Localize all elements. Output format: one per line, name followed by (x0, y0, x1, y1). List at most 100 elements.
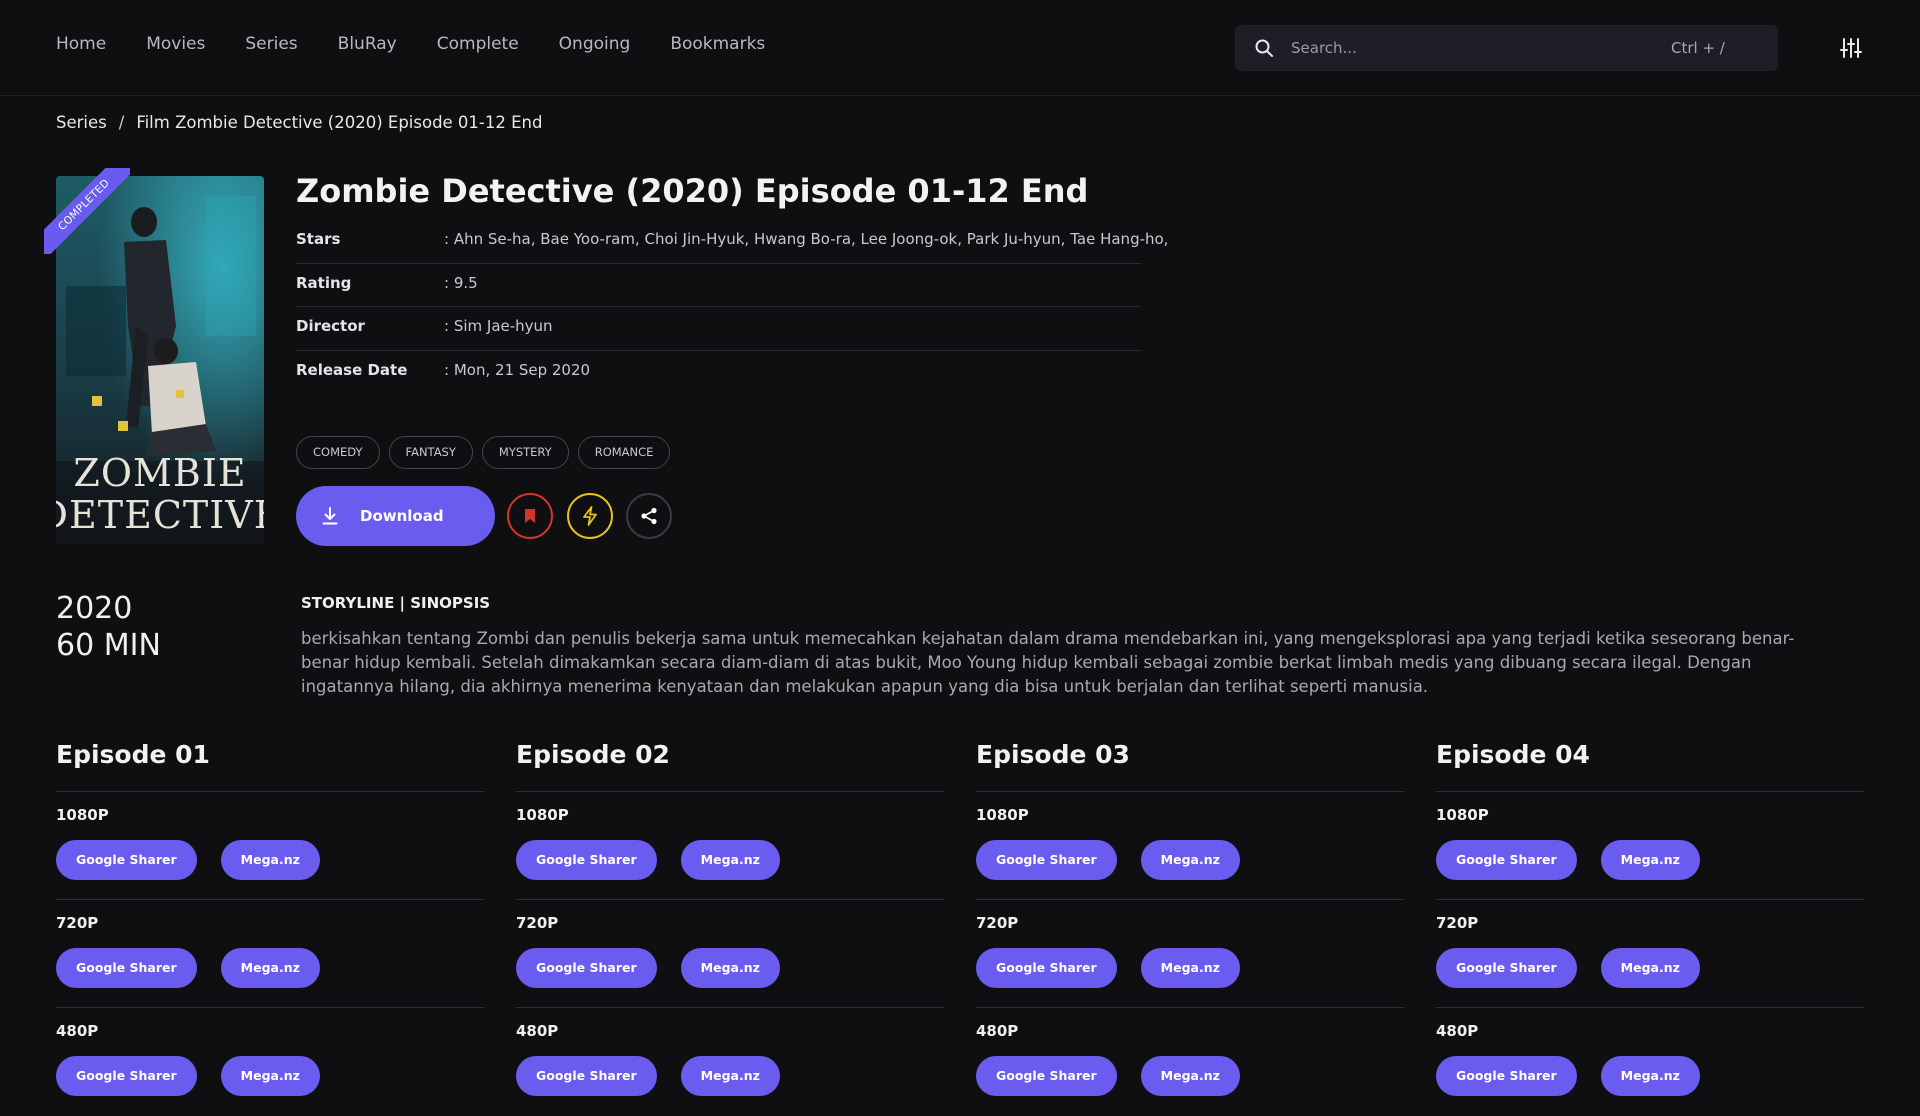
info-value: : Sim Jae-hyun (444, 317, 553, 335)
mega-nz-button[interactable]: Mega.nz (220, 948, 320, 988)
search-icon (1255, 39, 1273, 57)
google-sharer-button[interactable]: Google Sharer (1436, 840, 1577, 880)
quality-group: 480P Google Sharer Mega.nz (56, 1008, 484, 1116)
google-sharer-button[interactable]: Google Sharer (56, 948, 197, 988)
mega-nz-button[interactable]: Mega.nz (1140, 840, 1240, 880)
mega-nz-button[interactable]: Mega.nz (1600, 840, 1700, 880)
share-icon (641, 507, 657, 525)
sliders-icon[interactable] (1840, 37, 1862, 59)
genre-tags: COMEDY FANTASY MYSTERY ROMANCE (296, 436, 671, 469)
genre-tag-mystery[interactable]: MYSTERY (481, 436, 569, 469)
download-button[interactable]: Download (296, 486, 495, 546)
google-sharer-button[interactable]: Google Sharer (56, 840, 197, 880)
mega-nz-button[interactable]: Mega.nz (680, 1056, 780, 1096)
info-label: Release Date (296, 360, 408, 379)
nav-bookmarks[interactable]: Bookmarks (670, 34, 765, 54)
nav-series[interactable]: Series (245, 34, 297, 54)
action-buttons: Download (296, 486, 672, 546)
nav-movies[interactable]: Movies (146, 34, 205, 54)
quality-label: 1080P (976, 806, 1029, 824)
info-value: : Mon, 21 Sep 2020 (444, 360, 591, 379)
episode-title: Episode 03 (976, 738, 1404, 792)
bookmark-button[interactable] (507, 493, 553, 539)
breadcrumb-series[interactable]: Series (56, 113, 107, 132)
download-links: Google Sharer Mega.nz (516, 840, 944, 880)
google-sharer-button[interactable]: Google Sharer (56, 1056, 197, 1096)
google-sharer-button[interactable]: Google Sharer (516, 1056, 657, 1096)
quality-label: 1080P (56, 806, 109, 824)
info-row-release-date: Release Date : Mon, 21 Sep 2020 (296, 351, 1141, 395)
download-links: Google Sharer Mega.nz (1436, 948, 1864, 988)
info-value: : Ahn Se-ha, Bae Yoo-ram, Choi Jin-Hyuk,… (444, 230, 1169, 248)
episode-card: Episode 01 1080P Google Sharer Mega.nz 7… (56, 738, 484, 1116)
genre-tag-comedy[interactable]: COMEDY (296, 436, 380, 469)
mega-nz-button[interactable]: Mega.nz (680, 840, 780, 880)
google-sharer-button[interactable]: Google Sharer (516, 840, 657, 880)
nav-home[interactable]: Home (56, 34, 106, 54)
quality-group: 480P Google Sharer Mega.nz (976, 1008, 1404, 1116)
quality-group: 480P Google Sharer Mega.nz (1436, 1008, 1864, 1116)
episode-card: Episode 04 1080P Google Sharer Mega.nz 7… (1436, 738, 1864, 1116)
lightning-icon (583, 506, 597, 526)
mega-nz-button[interactable]: Mega.nz (680, 948, 780, 988)
mega-nz-button[interactable]: Mega.nz (1140, 1056, 1240, 1096)
info-row-stars: Stars : Ahn Se-ha, Bae Yoo-ram, Choi Jin… (296, 220, 1168, 264)
mega-nz-button[interactable]: Mega.nz (1600, 1056, 1700, 1096)
info-label: Stars (296, 230, 341, 248)
quality-label: 720P (1436, 914, 1479, 932)
episode-card: Episode 03 1080P Google Sharer Mega.nz 7… (976, 738, 1404, 1116)
mega-nz-button[interactable]: Mega.nz (220, 840, 320, 880)
genre-tag-romance[interactable]: ROMANCE (577, 436, 671, 469)
mega-nz-button[interactable]: Mega.nz (1600, 948, 1700, 988)
google-sharer-button[interactable]: Google Sharer (1436, 948, 1577, 988)
google-sharer-button[interactable]: Google Sharer (976, 1056, 1117, 1096)
download-links: Google Sharer Mega.nz (56, 840, 484, 880)
quality-label: 1080P (1436, 806, 1489, 824)
synopsis-text: berkisahkan tentang Zombi dan penulis be… (301, 629, 1795, 696)
nav-ongoing[interactable]: Ongoing (559, 34, 631, 54)
download-links: Google Sharer Mega.nz (516, 1056, 944, 1096)
info-label: Director (296, 317, 365, 335)
search-box[interactable]: Ctrl + / (1235, 25, 1778, 71)
quality-group: 720P Google Sharer Mega.nz (56, 900, 484, 1008)
nav-bluray[interactable]: BluRay (338, 34, 397, 54)
search-shortcut-hint: Ctrl + / (1671, 39, 1725, 57)
genre-tag-fantasy[interactable]: FANTASY (388, 436, 473, 469)
google-sharer-button[interactable]: Google Sharer (976, 948, 1117, 988)
mega-nz-button[interactable]: Mega.nz (220, 1056, 320, 1096)
google-sharer-button[interactable]: Google Sharer (516, 948, 657, 988)
quality-label: 480P (56, 1022, 99, 1040)
breadcrumb-current: Film Zombie Detective (2020) Episode 01-… (136, 113, 543, 132)
download-links: Google Sharer Mega.nz (56, 948, 484, 988)
download-links: Google Sharer Mega.nz (516, 948, 944, 988)
breadcrumb: Series / Film Zombie Detective (2020) Ep… (56, 113, 542, 132)
quality-label: 480P (1436, 1022, 1479, 1040)
quality-group: 720P Google Sharer Mega.nz (1436, 900, 1864, 1008)
release-meta: 2020 60 MIN (56, 590, 161, 664)
download-links: Google Sharer Mega.nz (1436, 840, 1864, 880)
nav-complete[interactable]: Complete (437, 34, 519, 54)
quick-play-button[interactable] (567, 493, 613, 539)
episode-title: Episode 04 (1436, 738, 1864, 792)
info-label: Rating (296, 273, 352, 292)
quality-label: 1080P (516, 806, 569, 824)
download-links: Google Sharer Mega.nz (976, 840, 1404, 880)
download-links: Google Sharer Mega.nz (56, 1056, 484, 1096)
share-button[interactable] (626, 493, 672, 539)
episode-title: Episode 01 (56, 738, 484, 792)
quality-group: 720P Google Sharer Mega.nz (516, 900, 944, 1008)
download-icon (322, 507, 338, 525)
google-sharer-button[interactable]: Google Sharer (1436, 1056, 1577, 1096)
download-links: Google Sharer Mega.nz (976, 948, 1404, 988)
mega-nz-button[interactable]: Mega.nz (1140, 948, 1240, 988)
quality-group: 1080P Google Sharer Mega.nz (56, 792, 484, 900)
quality-label: 720P (516, 914, 559, 932)
runtime: 60 MIN (56, 628, 161, 663)
search-input[interactable] (1291, 25, 1651, 71)
google-sharer-button[interactable]: Google Sharer (976, 840, 1117, 880)
quality-group: 480P Google Sharer Mega.nz (516, 1008, 944, 1116)
poster-title-line1: ZOMBIE (73, 451, 246, 495)
episode-title: Episode 02 (516, 738, 944, 792)
quality-label: 720P (56, 914, 99, 932)
download-links: Google Sharer Mega.nz (1436, 1056, 1864, 1096)
